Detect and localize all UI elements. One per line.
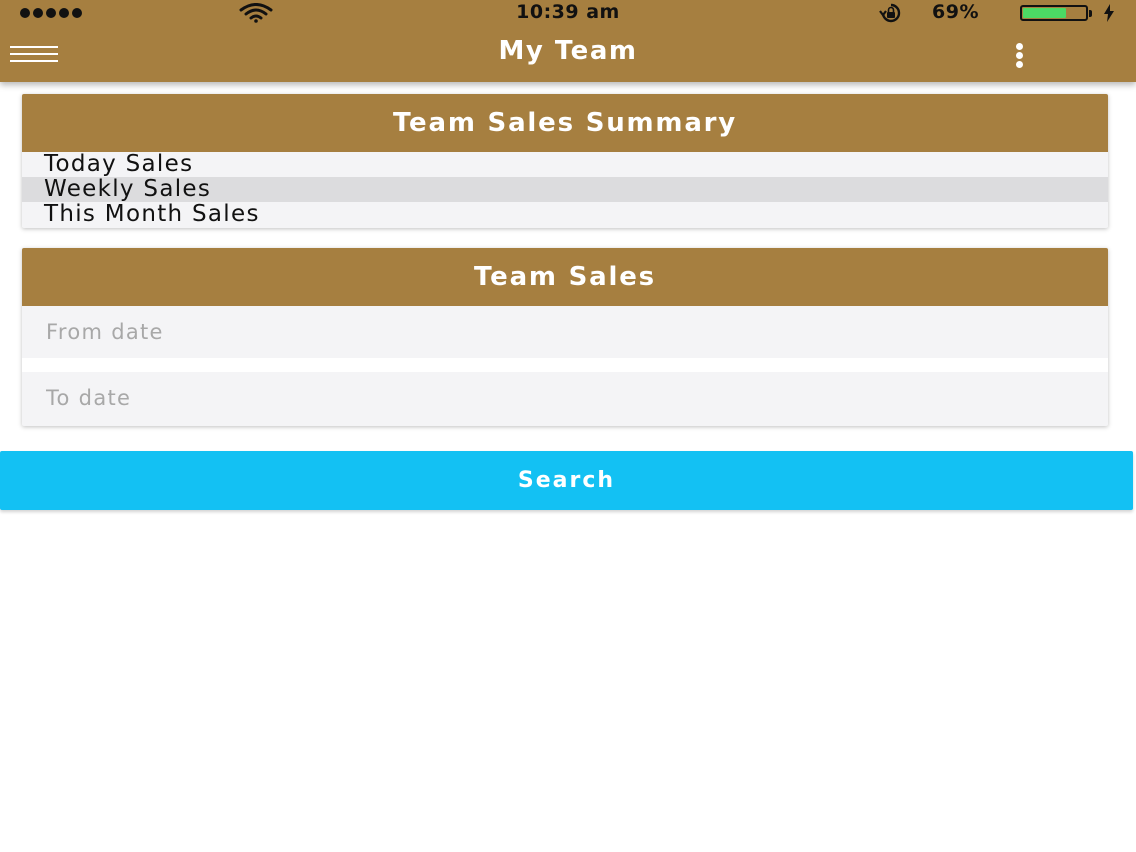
to-date-field[interactable] bbox=[22, 372, 1108, 424]
status-bar: 10:39 am 69% bbox=[0, 0, 1136, 26]
charging-bolt-icon bbox=[1104, 4, 1114, 22]
nav-bar: My Team bbox=[0, 26, 1136, 82]
page-title: My Team bbox=[498, 36, 638, 66]
field-divider bbox=[22, 358, 1108, 372]
more-vertical-icon[interactable] bbox=[1006, 40, 1034, 70]
battery-tip bbox=[1089, 10, 1092, 17]
battery-level bbox=[1023, 8, 1066, 18]
app-header: 10:39 am 69% My Team bbox=[0, 0, 1136, 82]
summary-item-weekly-sales[interactable]: Weekly Sales bbox=[22, 177, 1108, 202]
battery-percentage: 69% bbox=[932, 1, 979, 23]
summary-item-this-month-sales[interactable]: This Month Sales bbox=[22, 202, 1108, 227]
team-sales-summary-title: Team Sales Summary bbox=[22, 94, 1108, 152]
from-date-field[interactable] bbox=[22, 306, 1108, 358]
battery-icon bbox=[1020, 5, 1088, 21]
team-sales-title: Team Sales bbox=[22, 248, 1108, 306]
rotation-lock-icon bbox=[879, 3, 901, 23]
team-sales-card: Team Sales bbox=[22, 248, 1108, 426]
summary-item-today-sales[interactable]: Today Sales bbox=[22, 152, 1108, 177]
search-button[interactable]: Search bbox=[0, 451, 1133, 510]
team-sales-summary-card: Team Sales Summary Today Sales Weekly Sa… bbox=[22, 94, 1108, 228]
summary-list: Today Sales Weekly Sales This Month Sale… bbox=[22, 152, 1108, 227]
